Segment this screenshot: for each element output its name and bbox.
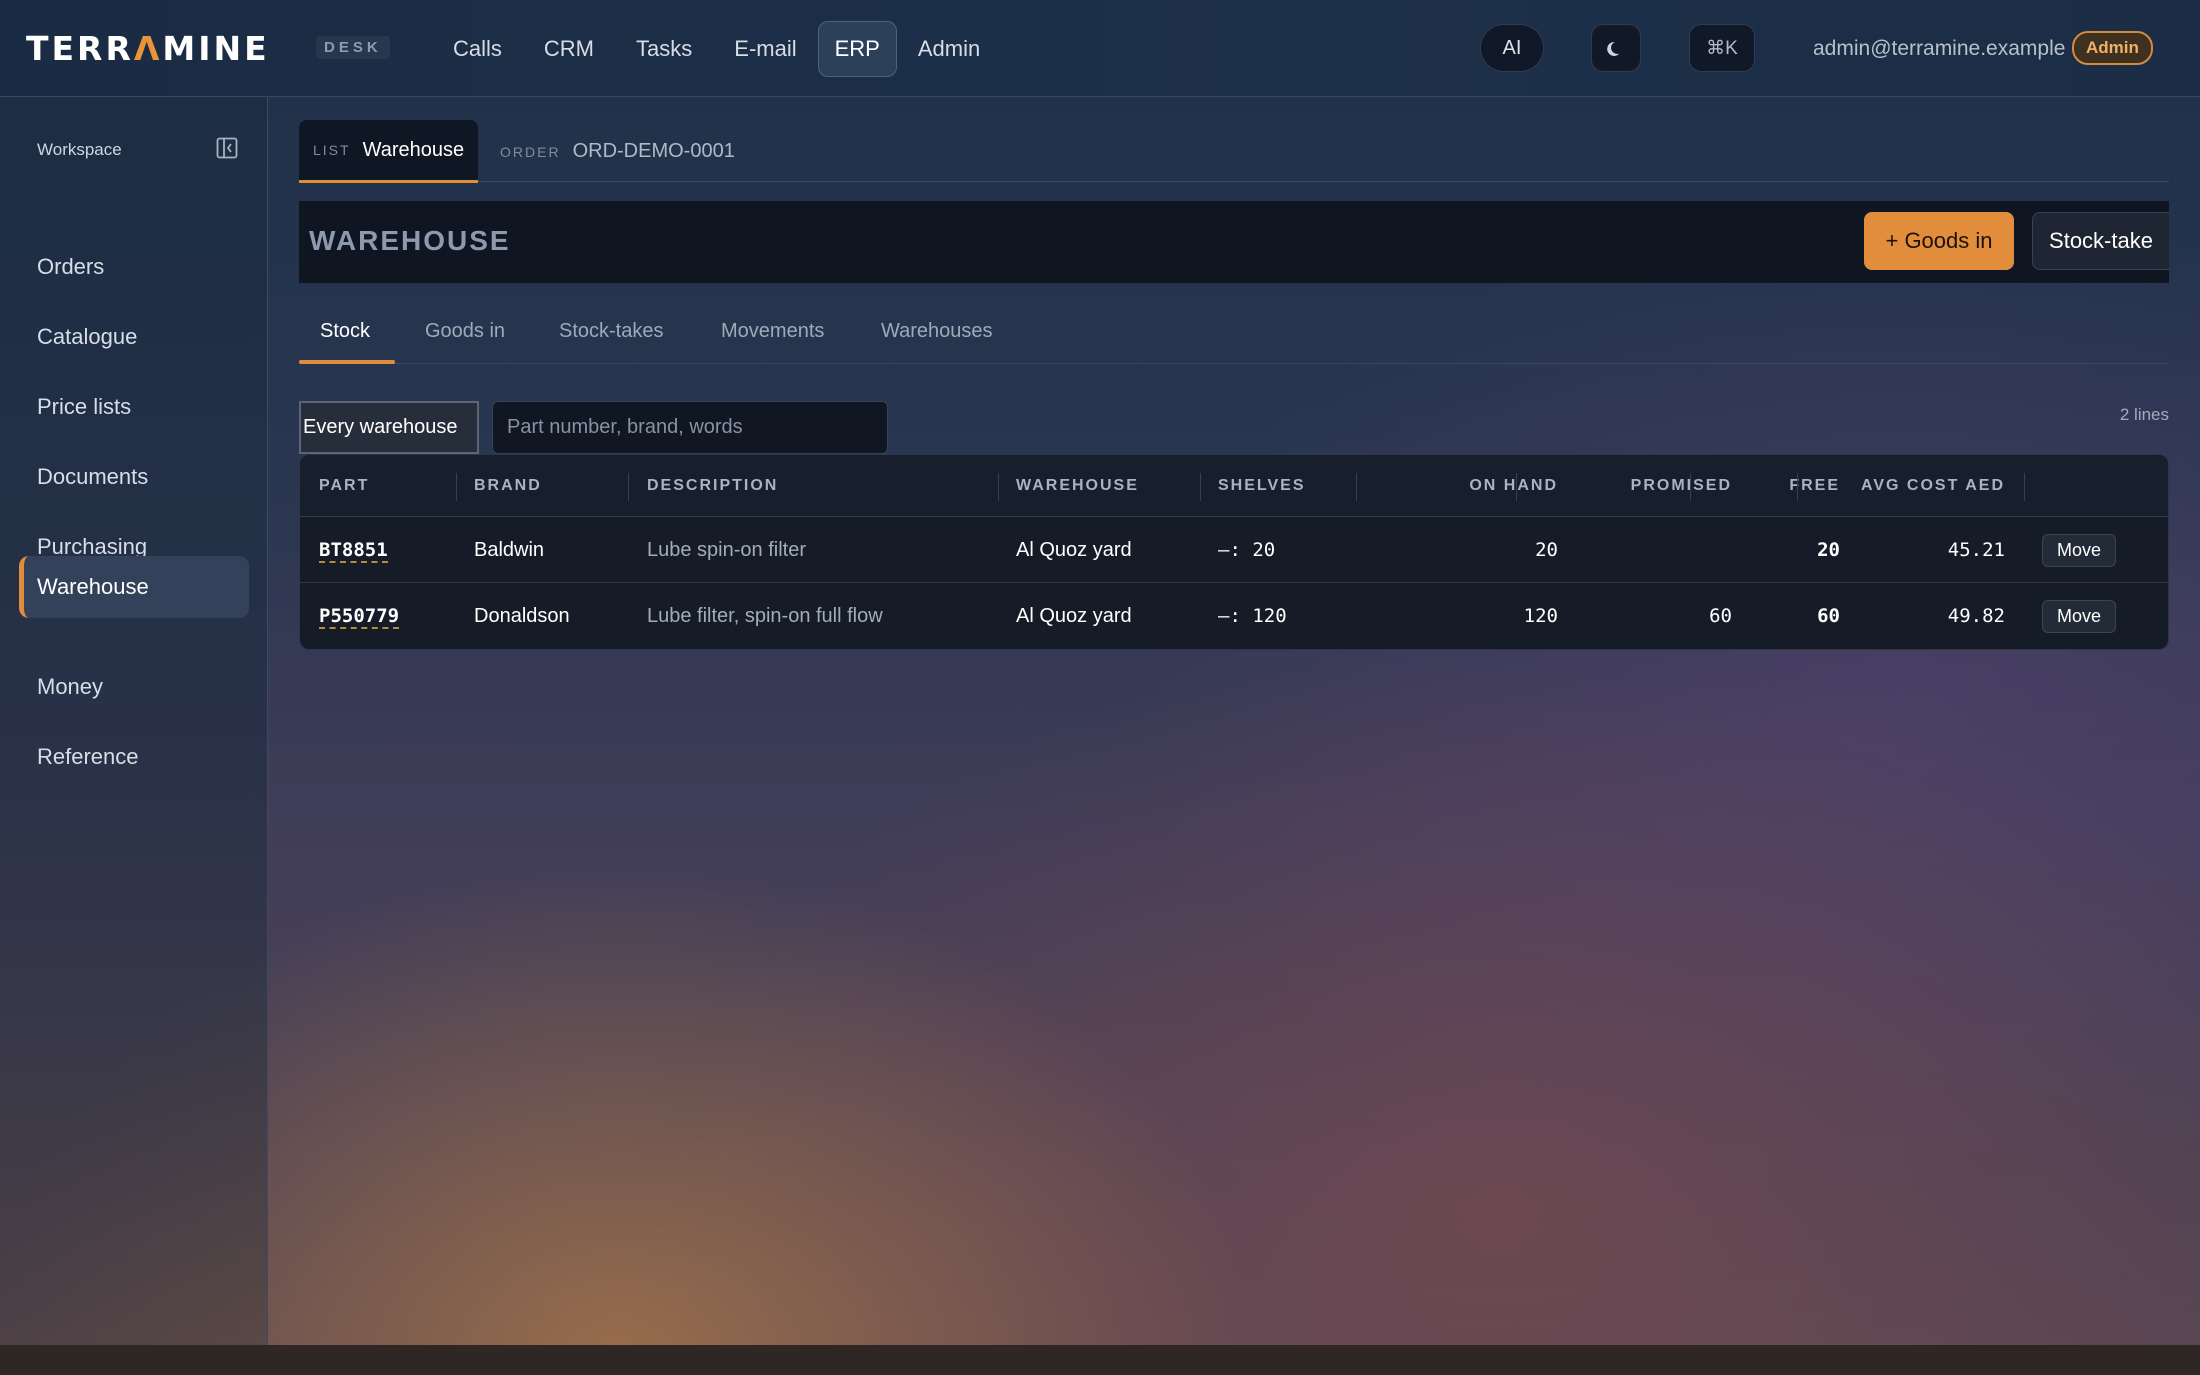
nav-crm[interactable]: CRM: [523, 21, 615, 77]
column-divider: [628, 473, 629, 501]
description-cell: Lube spin-on filter: [647, 539, 806, 561]
column-divider: [1516, 473, 1517, 501]
nav-admin[interactable]: Admin: [897, 21, 1001, 77]
column-divider: [456, 473, 457, 501]
sidebar-item-price-lists[interactable]: Price lists: [19, 376, 249, 438]
doc-tab-order[interactable]: ORDER ORD-DEMO-0001: [486, 120, 749, 183]
nav-tasks[interactable]: Tasks: [615, 21, 713, 77]
column-divider: [1356, 473, 1357, 501]
sidebar-item-orders[interactable]: Orders: [19, 236, 249, 298]
collapse-sidebar-icon[interactable]: [216, 137, 238, 159]
sidebar-item-reference[interactable]: Reference: [19, 726, 249, 788]
column-divider: [1200, 473, 1201, 501]
product-tag: DESK: [316, 36, 390, 59]
shelves-cell: —: 20: [1218, 539, 1276, 561]
move-button[interactable]: Move: [2042, 534, 2116, 567]
role-badge: Admin: [2072, 31, 2153, 65]
avg-cost-cell: 45.21: [1947, 539, 2005, 561]
sidebar-item-money[interactable]: Money: [19, 656, 249, 718]
column-divider: [998, 473, 999, 501]
doc-tab-title: ORD-DEMO-0001: [572, 140, 735, 162]
page-header: WAREHOUSE + Goods in Stock-take: [299, 201, 2169, 283]
doc-tab-kind: LIST: [313, 142, 351, 158]
goods-in-button[interactable]: + Goods in: [1864, 212, 2014, 270]
main-nav: Calls CRM Tasks E-mail ERP Admin: [432, 21, 1001, 77]
table-header: PART BRAND DESCRIPTION WAREHOUSE SHELVES…: [300, 455, 2168, 517]
nav-email[interactable]: E-mail: [713, 21, 817, 77]
on-hand-cell: 20: [1535, 539, 1558, 561]
column-header-avg-cost[interactable]: AVG COST AED: [1800, 455, 2005, 517]
page-title: WAREHOUSE: [309, 225, 511, 256]
sidebar-item-documents[interactable]: Documents: [19, 446, 249, 508]
column-header-part[interactable]: PART: [319, 455, 369, 517]
tab-stock-takes[interactable]: Stock-takes: [559, 320, 663, 343]
user-email[interactable]: admin@terramine.example: [1813, 37, 2065, 61]
line-count: 2 lines: [2119, 405, 2169, 424]
bottom-edge: [0, 1345, 2200, 1375]
tab-stock[interactable]: Stock: [320, 320, 370, 343]
nav-calls[interactable]: Calls: [432, 21, 523, 77]
brand-cell: Donaldson: [474, 605, 570, 627]
tab-goods-in[interactable]: Goods in: [425, 320, 505, 343]
terramine-logo[interactable]: TERRΛMINE: [26, 28, 270, 68]
column-divider: [1690, 473, 1691, 501]
description-cell: Lube filter, spin-on full flow: [647, 605, 883, 627]
doc-tab-kind: ORDER: [500, 143, 561, 160]
shelves-cell: —: 120: [1218, 605, 1287, 627]
column-header-brand[interactable]: BRAND: [474, 455, 542, 517]
ai-button[interactable]: AI: [1480, 24, 1544, 72]
warehouse-cell: Al Quoz yard: [1016, 605, 1132, 627]
move-button[interactable]: Move: [2042, 600, 2116, 633]
sidebar-item-catalogue[interactable]: Catalogue: [19, 306, 249, 368]
part-number-link[interactable]: P550779: [319, 605, 400, 629]
sidebar-item-warehouse[interactable]: Warehouse: [19, 556, 249, 618]
tab-movements[interactable]: Movements: [721, 320, 824, 343]
avg-cost-cell: 49.82: [1947, 605, 2005, 627]
document-tab-strip: LIST Warehouse ORDER ORD-DEMO-0001: [299, 120, 2169, 183]
column-divider: [1797, 473, 1798, 501]
column-header-warehouse[interactable]: WAREHOUSE: [1016, 455, 1139, 517]
doc-tab-title: Warehouse: [362, 138, 465, 161]
column-divider: [2024, 473, 2025, 501]
brand-cell: Baldwin: [474, 539, 545, 561]
top-bar: TERRΛMINE DESK Calls CRM Tasks E-mail ER…: [0, 0, 2200, 97]
stock-take-button[interactable]: Stock-take: [2032, 212, 2169, 270]
workspace-label: Workspace: [37, 140, 122, 159]
warehouse-cell: Al Quoz yard: [1016, 539, 1132, 561]
part-number-link[interactable]: BT8851: [319, 539, 388, 563]
logo-wordmark: TERRΛMINE: [26, 28, 270, 68]
table-row[interactable]: P550779 Donaldson Lube filter, spin-on f…: [300, 583, 2168, 649]
stock-table: PART BRAND DESCRIPTION WAREHOUSE SHELVES…: [299, 454, 2169, 650]
command-palette-button[interactable]: ⌘K: [1689, 24, 1755, 72]
nav-erp[interactable]: ERP: [817, 21, 897, 77]
on-hand-cell: 120: [1523, 605, 1558, 627]
column-header-shelves[interactable]: SHELVES: [1218, 455, 1306, 517]
warehouse-filter-select[interactable]: Every warehouse: [299, 401, 479, 454]
sidebar: Workspace Orders Catalogue Price lists D…: [0, 97, 268, 1345]
moon-icon: [1607, 41, 1620, 56]
theme-toggle-button[interactable]: [1591, 24, 1641, 72]
table-row[interactable]: BT8851 Baldwin Lube spin-on filter Al Qu…: [300, 517, 2168, 583]
section-tabs: Stock Goods in Stock-takes Movements War…: [299, 307, 2169, 364]
column-header-on-hand[interactable]: ON HAND: [1360, 455, 1558, 517]
doc-tab-warehouse[interactable]: LIST Warehouse: [299, 120, 479, 183]
column-header-description[interactable]: DESCRIPTION: [647, 455, 778, 517]
search-input[interactable]: [492, 401, 888, 454]
active-tab-indicator: [299, 360, 395, 364]
tab-warehouses[interactable]: Warehouses: [881, 320, 993, 343]
